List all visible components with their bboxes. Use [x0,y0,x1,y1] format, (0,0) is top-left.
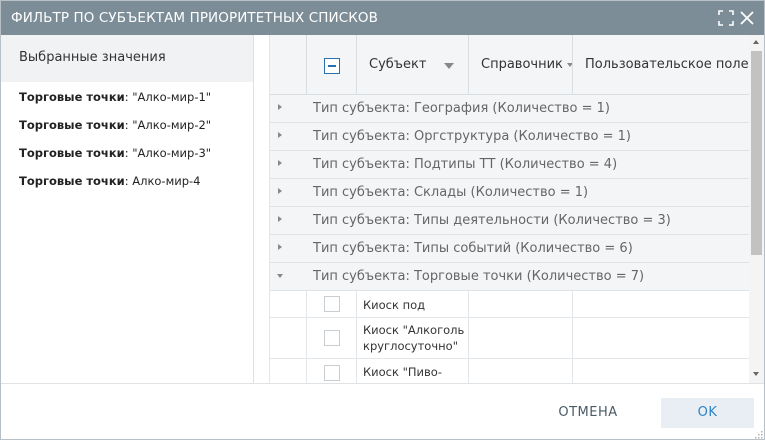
group-row[interactable]: Тип субъекта: Типы событий (Количество =… [270,235,749,263]
group-title: Тип субъекта: Типы деятельности (Количес… [313,213,671,228]
select-all-checkbox[interactable] [324,58,340,74]
group-title: Тип субъекта: География (Количество = 1) [313,101,610,116]
selected-item-value: : "Алко-мир-1" [124,90,212,104]
group-row[interactable]: Тип субъекта: Типы деятельности (Количес… [270,207,749,235]
column-directory-label: Справочник [481,57,563,72]
selected-item-label: Торговые точки [19,90,125,104]
row-checkbox[interactable] [324,330,340,346]
column-header-subject[interactable]: Субъект [356,35,468,95]
subject-cell: Киоск "Пиво-рак" [356,359,468,383]
column-header-directory[interactable]: Справочник [468,35,573,95]
group-row[interactable]: Тип субъекта: Склады (Количество = 1) [270,179,749,207]
custom-field-cell [572,291,749,317]
selected-values-header: Выбранные значения [1,35,253,82]
table-row[interactable]: Киоск под домом [270,291,749,328]
custom-field-cell [572,359,749,383]
grid-header: Субъект Справочник Пользовательское поле [270,35,749,95]
collapse-arrow-icon[interactable] [277,274,283,278]
custom-field-cell [572,318,749,358]
group-title: Тип субъекта: Подтипы ТТ (Количество = 4… [313,157,618,172]
expand-arrow-icon[interactable] [278,216,282,222]
resize-grip-icon[interactable] [753,429,763,439]
row-checkbox[interactable] [324,365,340,381]
subject-name-line2: круглосуточно" [363,339,458,353]
group-row-expanded[interactable]: Тип субъекта: Торговые точки (Количество… [270,263,749,291]
subjects-grid: Субъект Справочник Пользовательское поле… [269,35,749,383]
directory-cell [468,318,572,358]
selected-item: Торговые точки: Алко-мир-4 [19,174,201,188]
cancel-button[interactable]: ОТМЕНА [547,398,629,428]
selected-item-label: Торговые точки [19,174,125,188]
selected-item-label: Торговые точки [19,146,125,160]
ok-button[interactable]: OK [661,398,754,428]
selected-item: Торговые точки: "Алко-мир-3" [19,146,211,160]
group-title: Тип субъекта: Склады (Количество = 1) [313,185,589,200]
scroll-down-icon[interactable] [753,372,759,376]
subject-name-line1: Киоск "Алкоголь [363,323,465,337]
close-icon[interactable] [738,9,756,27]
expand-arrow-icon[interactable] [278,160,282,166]
sort-down-icon[interactable] [444,63,454,69]
selected-item-value: : Алко-мир-4 [124,174,201,188]
row-checkbox-cell [306,359,356,383]
directory-cell [468,359,572,383]
header-checkbox-cell [306,35,356,95]
subject-name: Киоск "Пиво-рак" [363,365,442,383]
table-row[interactable]: Киоск "Алкоголь круглосуточно" [270,318,749,359]
panel-divider [253,35,254,383]
selected-item-value: : "Алко-мир-2" [124,118,212,132]
group-row[interactable]: Тип субъекта: Подтипы ТТ (Количество = 4… [270,151,749,179]
expand-arrow-icon[interactable] [278,244,282,250]
expand-arrow-icon[interactable] [278,132,282,138]
selected-item: Торговые точки: "Алко-мир-2" [19,118,211,132]
scroll-up-icon[interactable] [753,40,759,44]
group-title: Тип субъекта: Типы событий (Количество =… [313,241,633,256]
expand-arrow-icon[interactable] [278,104,282,110]
group-row[interactable]: Тип субъекта: География (Количество = 1) [270,95,749,123]
group-row[interactable]: Тип субъекта: Оргструктура (Количество =… [270,123,749,151]
dialog-title: ФИЛЬТР ПО СУБЪЕКТАМ ПРИОРИТЕТНЫХ СПИСКОВ [11,10,379,26]
group-title: Тип субъекта: Торговые точки (Количество… [313,269,645,284]
expand-icon[interactable] [717,9,735,27]
dialog-titlebar: ФИЛЬТР ПО СУБЪЕКТАМ ПРИОРИТЕТНЫХ СПИСКОВ [1,1,764,35]
row-checkbox-cell [306,318,356,358]
table-row[interactable]: Киоск "Пиво-рак" [270,359,749,383]
selected-item-value: : "Алко-мир-3" [124,146,212,160]
dialog-footer: ОТМЕНА OK [1,383,764,439]
expand-arrow-icon[interactable] [278,188,282,194]
column-custom-field-label: Пользовательское поле [585,57,749,72]
selected-values-title: Выбранные значения [19,50,166,65]
subject-cell: Киоск под домом [356,291,468,328]
row-checkbox-cell [306,291,356,317]
column-header-custom-field[interactable]: Пользовательское поле [572,35,749,95]
subject-cell: Киоск "Алкоголь круглосуточно" [356,318,468,358]
selected-item: Торговые точки: "Алко-мир-1" [19,90,211,104]
column-subject-label: Субъект [369,57,427,72]
directory-cell [468,291,572,317]
filter-dialog: ФИЛЬТР ПО СУБЪЕКТАМ ПРИОРИТЕТНЫХ СПИСКОВ… [0,0,765,440]
selected-values-panel: Выбранные значения Торговые точки: "Алко… [1,35,253,383]
row-checkbox[interactable] [324,296,340,312]
scrollbar-thumb[interactable] [751,51,762,255]
group-title: Тип субъекта: Оргструктура (Количество =… [313,129,631,144]
selected-item-label: Торговые точки [19,118,125,132]
vertical-scrollbar[interactable] [749,35,764,383]
